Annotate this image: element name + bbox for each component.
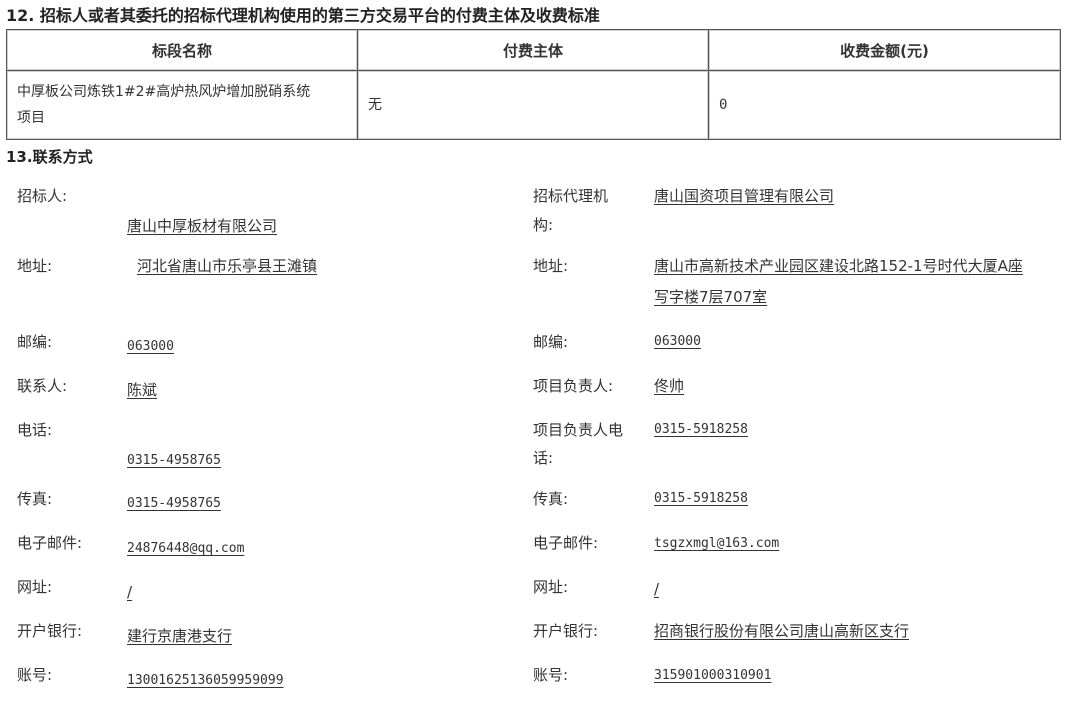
agency-account-label: 账号: xyxy=(533,666,569,684)
tenderer-address-label: 地址: xyxy=(17,257,53,275)
tenderer-fax-link[interactable]: 0315-4958765 xyxy=(127,490,221,518)
section-name-line-2: 项目 xyxy=(17,110,45,126)
tenderer-address-link[interactable]: 河北省唐山市乐亭县王滩镇 xyxy=(137,252,317,280)
tenderer-bank-label: 开户银行: xyxy=(17,622,83,640)
agency-bank-label: 开户银行: xyxy=(533,622,599,640)
manager-phone-label-line-2: 话: xyxy=(533,449,554,467)
fee-table-header-row: 标段名称 付费主体 收费金额(元) xyxy=(6,29,1061,71)
cell-section-name: 中厚板公司炼铁1#2#高炉热风炉增加脱硝系统 项目 xyxy=(6,70,358,140)
table-row: 中厚板公司炼铁1#2#高炉热风炉增加脱硝系统 项目 无 0 xyxy=(6,70,1061,140)
agency-address-line-1[interactable]: 唐山市高新技术产业园区建设北路152-1号时代大厦A座 xyxy=(654,252,1023,280)
agency-email-link[interactable]: tsgzxmgl@163.com xyxy=(654,530,779,558)
agency-zip-link[interactable]: 063000 xyxy=(654,328,701,356)
section-12-heading: 12. 招标人或者其委托的招标代理机构使用的第三方交易平台的付费主体及收费标准 xyxy=(6,6,600,25)
section-name-line-1: 中厚板公司炼铁1#2#高炉热风炉增加脱硝系统 xyxy=(17,84,311,100)
phone-link[interactable]: 0315-4958765 xyxy=(127,447,221,475)
agency-label-line-1: 招标代理机 xyxy=(533,187,609,205)
tenderer-zip-link[interactable]: 063000 xyxy=(127,333,174,361)
cell-payer: 无 xyxy=(357,70,709,140)
agency-bank-link[interactable]: 招商银行股份有限公司唐山高新区支行 xyxy=(654,617,909,645)
agency-email-label: 电子邮件: xyxy=(533,534,599,552)
agency-fax-link[interactable]: 0315-5918258 xyxy=(654,485,748,513)
tenderer-zip-label: 邮编: xyxy=(17,333,53,351)
manager-link[interactable]: 佟帅 xyxy=(654,372,684,400)
tenderer-bank-link[interactable]: 建行京唐港支行 xyxy=(127,622,232,650)
tenderer-label: 招标人: xyxy=(17,187,68,205)
agency-label-line-2: 构: xyxy=(533,216,554,234)
agency-fax-label: 传真: xyxy=(533,490,569,508)
agency-website-label: 网址: xyxy=(533,578,569,596)
header-amount: 收费金额(元) xyxy=(708,29,1061,71)
tenderer-email-label: 电子邮件: xyxy=(17,534,83,552)
manager-phone-link[interactable]: 0315-5918258 xyxy=(654,416,748,444)
agency-address-label: 地址: xyxy=(533,257,569,275)
contact-link[interactable]: 陈斌 xyxy=(127,376,157,404)
manager-label: 项目负责人: xyxy=(533,377,614,395)
agency-address-line-2[interactable]: 写字楼7层707室 xyxy=(654,283,767,311)
tenderer-account-label: 账号: xyxy=(17,666,53,684)
contact-label: 联系人: xyxy=(17,377,68,395)
header-payer: 付费主体 xyxy=(357,29,709,71)
phone-label: 电话: xyxy=(17,421,53,439)
tenderer-website-label: 网址: xyxy=(17,578,53,596)
manager-phone-label-line-1: 项目负责人电 xyxy=(533,421,624,439)
section-13-heading: 13.联系方式 xyxy=(6,148,93,166)
tenderer-website-link[interactable]: / xyxy=(127,578,132,606)
agency-account-link[interactable]: 315901000310901 xyxy=(654,662,771,690)
tenderer-fax-label: 传真: xyxy=(17,490,53,508)
tenderer-email-link[interactable]: 24876448@qq.com xyxy=(127,535,244,563)
fee-table: 标段名称 付费主体 收费金额(元) 中厚板公司炼铁1#2#高炉热风炉增加脱硝系统… xyxy=(6,29,1061,140)
agency-website-link[interactable]: / xyxy=(654,575,659,603)
tenderer-link[interactable]: 唐山中厚板材有限公司 xyxy=(127,212,277,240)
cell-amount: 0 xyxy=(708,70,1061,140)
header-section-name: 标段名称 xyxy=(6,29,358,71)
tenderer-account-link[interactable]: 13001625136059959099 xyxy=(127,667,284,695)
agency-zip-label: 邮编: xyxy=(533,333,569,351)
agency-link[interactable]: 唐山国资项目管理有限公司 xyxy=(654,182,834,210)
